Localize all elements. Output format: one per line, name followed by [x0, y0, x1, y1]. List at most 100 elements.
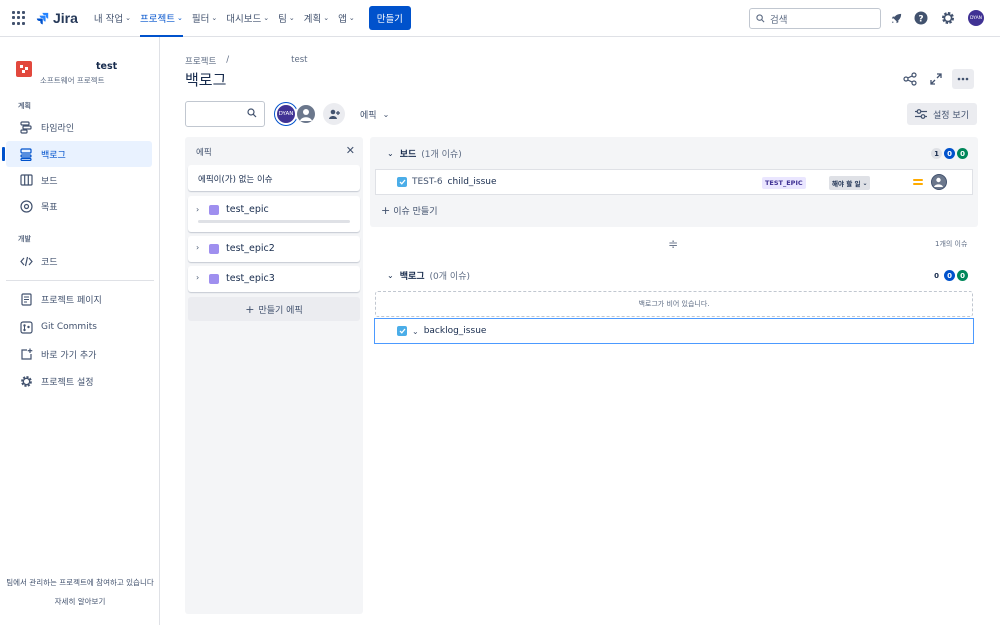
- board-icon: [18, 174, 34, 186]
- nav-projects[interactable]: 프로젝트 ⌄: [140, 0, 183, 37]
- issue-type-selector-icon[interactable]: [397, 326, 407, 336]
- learn-more-link[interactable]: 자세히 알아보기: [0, 596, 160, 607]
- sidebar-item-code[interactable]: 코드: [6, 248, 152, 274]
- user-avatar-filter[interactable]: DYAN: [275, 103, 297, 125]
- share-icon[interactable]: [900, 69, 920, 89]
- nav-label: 필터: [191, 14, 210, 25]
- epic-color-icon: [209, 205, 219, 215]
- chevron-right-icon[interactable]: ›: [196, 243, 199, 252]
- status-label: 해야 할 일: [832, 180, 861, 188]
- nav-dashboards[interactable]: 대시보드 ⌄: [226, 0, 269, 37]
- create-button[interactable]: 만들기: [368, 6, 411, 30]
- chevron-down-icon: ⌄: [387, 271, 394, 280]
- chevron-down-icon: ⌄: [211, 14, 218, 22]
- backlog-section-header[interactable]: ⌄ 백로그 (0개 이슈): [387, 269, 470, 282]
- sidebar-item-git-commits[interactable]: Git Commits: [6, 314, 152, 340]
- sidebar-item-project-pages[interactable]: 프로젝트 페이지: [6, 286, 152, 312]
- main-nav: 내 작업 ⌄ 프로젝트 ⌄ 필터 ⌄ 대시보드 ⌄ 팀 ⌄ 계획 ⌄ 앱 ⌄ 만들기: [94, 0, 411, 37]
- user-avatar[interactable]: DYAN: [968, 10, 984, 26]
- resize-handle-icon[interactable]: ≑: [668, 237, 678, 251]
- more-icon: [957, 77, 969, 81]
- view-settings-button[interactable]: 설정 보기: [907, 103, 977, 125]
- project-name: test: [96, 61, 118, 72]
- svg-text:?: ?: [918, 15, 923, 25]
- epic-item[interactable]: › test_epic3: [188, 266, 360, 292]
- sidebar-item-goals[interactable]: 목표: [6, 193, 152, 219]
- task-type-icon: [397, 177, 407, 187]
- status-counts: 0 0 0: [929, 270, 968, 281]
- section-label-development: 개발: [18, 235, 31, 243]
- nav-label: 계획: [303, 14, 322, 25]
- sidebar-item-project-settings[interactable]: 프로젝트 설정: [6, 368, 152, 394]
- code-icon: [18, 256, 34, 267]
- nav-apps[interactable]: 앱 ⌄: [338, 0, 355, 37]
- chevron-down-icon: ⌄: [177, 14, 183, 22]
- add-people-button[interactable]: [323, 103, 345, 125]
- sidebar-item-add-shortcut[interactable]: 바로 가기 추가: [6, 341, 152, 367]
- new-issue-input[interactable]: ⌄ backlog_issue: [374, 318, 974, 344]
- project-header[interactable]: test 소프트웨어 프로젝트: [16, 61, 117, 86]
- sidebar-item-label: 바로 가기 추가: [41, 350, 97, 361]
- settings-gear-icon[interactable]: [940, 10, 956, 26]
- plus-icon: +: [245, 302, 255, 316]
- epic-filter-dropdown[interactable]: 에픽 ⌄: [360, 108, 389, 121]
- done-count-badge: 0: [957, 270, 968, 281]
- notifications-rocket-icon[interactable]: [888, 10, 904, 26]
- create-epic-button[interactable]: + 만들기 에픽: [188, 297, 360, 321]
- nav-teams[interactable]: 팀 ⌄: [278, 0, 295, 37]
- global-search-input[interactable]: 검색: [749, 8, 881, 29]
- epic-name: test_epic2: [226, 243, 275, 254]
- search-icon: [247, 108, 257, 121]
- assignee-avatar[interactable]: [931, 174, 947, 190]
- section-title: 보드: [399, 150, 417, 160]
- unassigned-avatar-filter[interactable]: [295, 103, 317, 125]
- fullscreen-icon[interactable]: [926, 69, 946, 89]
- sidebar-item-label: 타임라인: [41, 123, 75, 134]
- sidebar-item-label: 백로그: [41, 150, 66, 161]
- jira-logo[interactable]: Jira: [36, 10, 78, 26]
- issue-row[interactable]: TEST-6 child_issue TEST_EPIC 해야 할 일 ⌄: [375, 169, 973, 195]
- epic-item[interactable]: › test_epic: [188, 196, 360, 232]
- epic-item[interactable]: › test_epic2: [188, 236, 360, 262]
- close-icon[interactable]: ✕: [346, 144, 355, 157]
- epic-name: test_epic: [226, 204, 269, 215]
- person-icon: [934, 177, 943, 187]
- backlog-search-input[interactable]: [185, 101, 265, 127]
- nav-my-work[interactable]: 내 작업 ⌄: [94, 0, 131, 37]
- chevron-right-icon[interactable]: ›: [196, 273, 199, 282]
- chevron-down-icon: ⌄: [323, 14, 330, 22]
- epic-color-icon: [209, 244, 219, 254]
- project-avatar-icon: [16, 61, 32, 77]
- todo-count-badge: 0: [934, 271, 939, 280]
- app-switcher-icon[interactable]: [12, 11, 26, 25]
- issue-key[interactable]: TEST-6: [412, 177, 443, 187]
- sidebar-item-backlog[interactable]: 백로그: [2, 141, 152, 167]
- chevron-right-icon[interactable]: ›: [196, 205, 199, 214]
- epic-panel-title: 에픽: [196, 148, 212, 158]
- breadcrumb-project-link[interactable]: test: [291, 55, 307, 67]
- more-actions-button[interactable]: [952, 69, 974, 89]
- sidebar-item-timeline[interactable]: 타임라인: [6, 114, 152, 140]
- plus-icon: +: [381, 204, 391, 217]
- nav-plans[interactable]: 계획 ⌄: [304, 0, 329, 37]
- nav-filters[interactable]: 필터 ⌄: [192, 0, 217, 37]
- sidebar-item-label: Git Commits: [41, 322, 97, 332]
- project-type: 소프트웨어 프로젝트: [40, 76, 105, 85]
- create-issue-button[interactable]: + 이슈 만들기: [381, 204, 437, 217]
- issue-total-count: 1개의 이슈: [935, 240, 968, 248]
- chevron-down-icon[interactable]: ⌄: [412, 327, 419, 336]
- person-icon: [300, 109, 312, 121]
- help-icon[interactable]: ?: [913, 10, 929, 26]
- breadcrumb-projects-link[interactable]: 프로젝트: [185, 55, 216, 67]
- settings-icon: [18, 375, 34, 388]
- issues-without-epic[interactable]: 에픽이(가) 없는 이슈: [188, 165, 360, 191]
- page-icon: [18, 292, 34, 306]
- epic-name: test_epic3: [226, 273, 275, 284]
- sidebar-item-board[interactable]: 보드: [6, 167, 152, 193]
- board-section-header[interactable]: ⌄ 보드 (1개 이슈): [387, 147, 462, 160]
- nav-label: 내 작업: [93, 14, 124, 25]
- status-dropdown[interactable]: 해야 할 일 ⌄: [829, 176, 871, 190]
- sidebar-item-label: 보드: [41, 176, 58, 187]
- issue-count: (1개 이슈): [421, 150, 462, 160]
- epic-lozenge[interactable]: TEST_EPIC: [762, 177, 806, 189]
